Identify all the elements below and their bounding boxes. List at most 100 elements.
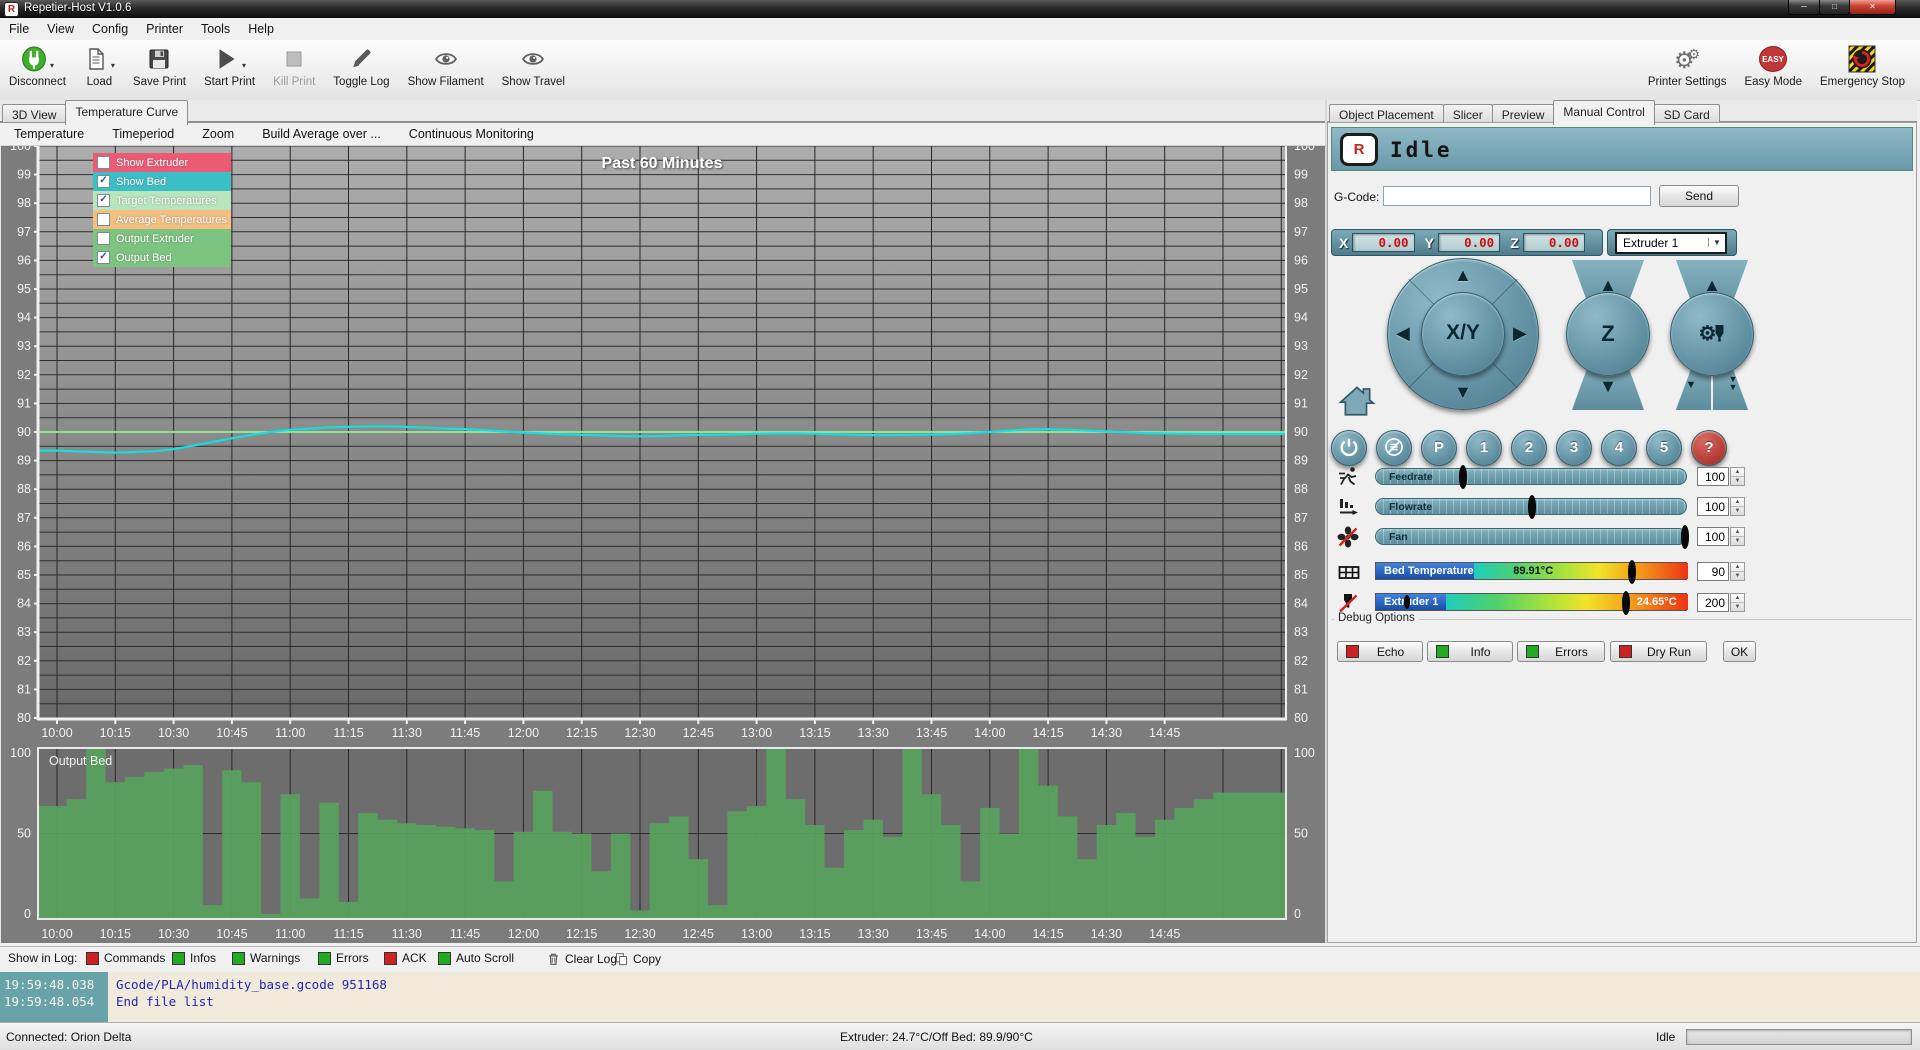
tab-object-placement[interactable]: Object Placement <box>1329 104 1444 124</box>
checkbox[interactable]: ✓ <box>97 194 110 207</box>
legend-show-bed[interactable]: ✓Show Bed <box>93 172 231 191</box>
dropdown-arrow-icon[interactable]: ▾ <box>50 61 54 74</box>
menu-config[interactable]: Config <box>83 18 137 36</box>
toolbar-easy-mode[interactable]: EASYEasy Mode <box>1735 40 1811 96</box>
toolbar-toggle-log[interactable]: Toggle Log <box>324 40 398 96</box>
jog-x-plus-button[interactable]: ▶ <box>1513 324 1527 342</box>
jog-x-minus-button[interactable]: ◀ <box>1396 324 1410 342</box>
flowrate-slider[interactable]: Flowrate <box>1375 498 1687 515</box>
minimize-button[interactable]: ─ <box>1788 0 1820 15</box>
park-button[interactable]: P <box>1421 430 1457 466</box>
chart-menu-timeperiod[interactable]: Timeperiod <box>98 123 188 141</box>
menu-file[interactable]: File <box>0 18 38 36</box>
home-button[interactable] <box>1338 382 1376 423</box>
tab-sd-card[interactable]: SD Card <box>1654 104 1720 124</box>
debug-ok-button[interactable]: OK <box>1723 641 1756 662</box>
motors-off-button[interactable] <box>1376 430 1412 466</box>
toolbar-save-print[interactable]: Save Print <box>124 40 195 96</box>
extruder-1-slider[interactable]: Extruder 124.65°C <box>1375 593 1687 611</box>
close-button[interactable]: ✕ <box>1849 0 1896 15</box>
toolbar-emergency-stop[interactable]: Emergency Stop <box>1811 40 1914 96</box>
send-button[interactable]: Send <box>1659 185 1739 207</box>
preset-5-button[interactable]: 5 <box>1646 430 1682 466</box>
bed-temperature-value[interactable]: 90 <box>1697 562 1729 581</box>
toolbar-show-travel[interactable]: Show Travel <box>493 40 574 96</box>
dropdown-arrow-icon[interactable]: ▾ <box>242 61 246 74</box>
debug-dry-run-button[interactable]: Dry Run <box>1610 641 1707 662</box>
slider-thumb[interactable] <box>1622 591 1630 615</box>
legend-output-bed[interactable]: ✓Output Bed <box>93 248 231 267</box>
bed-temperature-spinner[interactable]: ▲▼ <box>1730 562 1745 581</box>
toolbar-printer-settings[interactable]: ⚙⚙Printer Settings <box>1639 40 1736 96</box>
toolbar-load[interactable]: ▾Load <box>75 40 124 96</box>
tab-manual-control[interactable]: Manual Control <box>1553 100 1654 125</box>
legend-average-temperatures[interactable]: Average Temperatures <box>93 210 231 229</box>
chart-menu-temperature[interactable]: Temperature <box>0 123 98 141</box>
checkbox[interactable] <box>97 213 110 226</box>
fan-slider[interactable]: Fan <box>1375 528 1687 545</box>
chart-menu-zoom[interactable]: Zoom <box>188 123 248 141</box>
power-button[interactable] <box>1331 430 1367 466</box>
log-action-clear-log[interactable]: Clear Log <box>546 951 617 967</box>
menu-tools[interactable]: Tools <box>192 18 239 36</box>
flowrate-spinner[interactable]: ▲▼ <box>1730 497 1745 516</box>
debug-errors-button[interactable]: Errors <box>1517 641 1605 662</box>
xy-jog-pad[interactable]: ▲▼◀▶X/Y <box>1387 258 1539 410</box>
tab-preview[interactable]: Preview <box>1492 104 1555 124</box>
extruder-1-spinner[interactable]: ▲▼ <box>1730 593 1745 612</box>
preset-4-button[interactable]: 4 <box>1601 430 1637 466</box>
tab-slicer[interactable]: Slicer <box>1443 104 1493 124</box>
tab-temperature-curve[interactable]: Temperature Curve <box>65 100 188 125</box>
toolbar-disconnect[interactable]: ▾Disconnect <box>0 40 75 96</box>
legend-show-extruder[interactable]: Show Extruder <box>93 153 231 172</box>
fan-value[interactable]: 100 <box>1697 527 1729 546</box>
maximize-button[interactable]: □ <box>1819 0 1850 15</box>
chart-menu-build-average-over[interactable]: Build Average over ... <box>248 123 395 141</box>
jog-y-plus-button[interactable]: ▲ <box>1454 266 1472 284</box>
svg-text:10:00: 10:00 <box>41 726 72 740</box>
checkbox[interactable]: ✓ <box>97 175 110 188</box>
log-toggle-errors[interactable]: Errors <box>318 951 369 965</box>
log-view[interactable]: 19:59:48.038Gcode/PLA/humidity_base.gcod… <box>0 972 1920 1022</box>
log-toggle-auto-scroll[interactable]: Auto Scroll <box>438 951 514 965</box>
slider-thumb[interactable] <box>1459 465 1467 489</box>
log-toggle-warnings[interactable]: Warnings <box>232 951 300 965</box>
menu-printer[interactable]: Printer <box>137 18 192 36</box>
preset-2-button[interactable]: 2 <box>1511 430 1547 466</box>
slider-thumb[interactable] <box>1681 525 1689 549</box>
checkbox[interactable]: ✓ <box>97 251 110 264</box>
tab-3d-view[interactable]: 3D View <box>2 104 66 124</box>
checkbox[interactable] <box>97 232 110 245</box>
svg-text:91: 91 <box>1294 396 1308 410</box>
menu-view[interactable]: View <box>38 18 83 36</box>
feedrate-value[interactable]: 100 <box>1697 467 1729 486</box>
toolbar-show-filament[interactable]: Show Filament <box>399 40 493 96</box>
flowrate-value[interactable]: 100 <box>1697 497 1729 516</box>
slider-thumb[interactable] <box>1628 560 1636 584</box>
legend-output-extruder[interactable]: Output Extruder <box>93 229 231 248</box>
feedrate-spinner[interactable]: ▲▼ <box>1730 467 1745 486</box>
fan-spinner[interactable]: ▲▼ <box>1730 527 1745 546</box>
extruder-select[interactable]: Extruder 1 ▼ <box>1615 232 1727 254</box>
bed-temperature-slider[interactable]: Bed Temperature89.91°C <box>1375 562 1687 580</box>
preset-3-button[interactable]: 3 <box>1556 430 1592 466</box>
jog-y-minus-button[interactable]: ▼ <box>1454 383 1472 401</box>
legend-target-temperatures[interactable]: ✓Target Temperatures <box>93 191 231 210</box>
toolbar-start-print[interactable]: ▾Start Print <box>195 40 264 96</box>
log-toggle-ack[interactable]: ACK <box>384 951 427 965</box>
help-button[interactable]: ? <box>1691 430 1727 466</box>
log-toggle-infos[interactable]: Infos <box>172 951 216 965</box>
feedrate-slider[interactable]: Feedrate <box>1375 468 1687 485</box>
log-toggle-commands[interactable]: Commands <box>86 951 165 965</box>
slider-thumb[interactable] <box>1528 495 1536 519</box>
log-action-copy[interactable]: Copy <box>614 951 661 967</box>
menu-help[interactable]: Help <box>239 18 283 36</box>
debug-echo-button[interactable]: Echo <box>1337 641 1423 662</box>
chart-menu-continuous-monitoring[interactable]: Continuous Monitoring <box>395 123 548 141</box>
checkbox[interactable] <box>97 156 110 169</box>
preset-1-button[interactable]: 1 <box>1466 430 1502 466</box>
extruder-1-value[interactable]: 200 <box>1697 593 1729 612</box>
dropdown-arrow-icon[interactable]: ▾ <box>111 61 115 74</box>
gcode-input[interactable] <box>1383 186 1651 206</box>
debug-info-button[interactable]: Info <box>1427 641 1513 662</box>
